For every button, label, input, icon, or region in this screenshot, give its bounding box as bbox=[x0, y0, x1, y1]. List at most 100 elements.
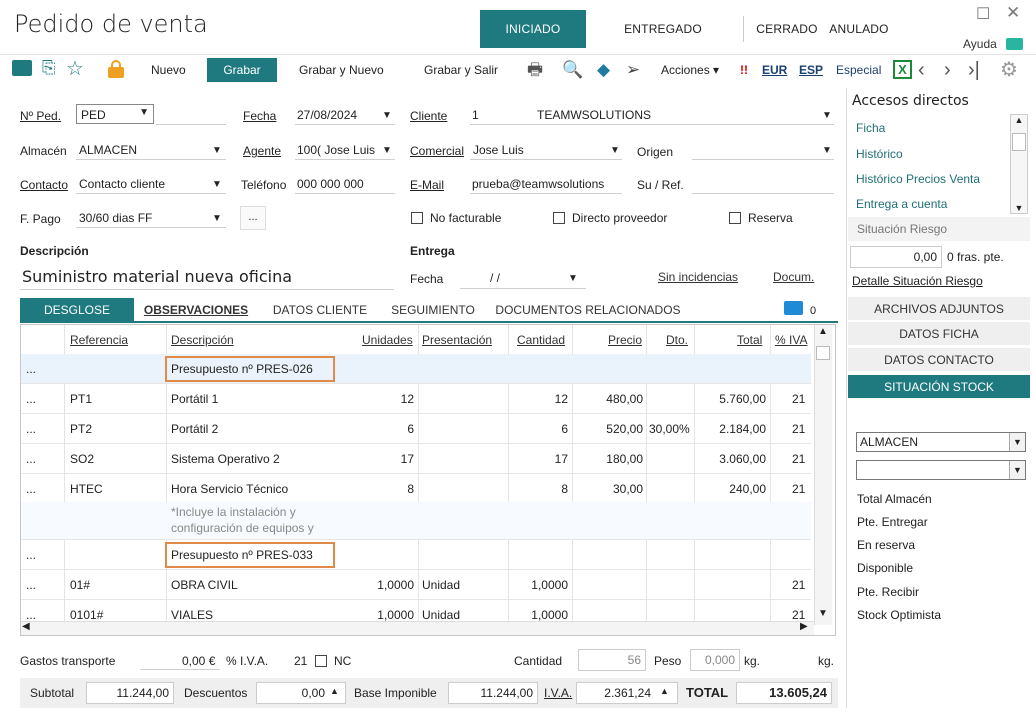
chevron-down-icon[interactable]: ▼ bbox=[822, 145, 832, 156]
email-input[interactable]: prueba@teamwsolutions bbox=[472, 177, 604, 191]
section-archivos[interactable]: ARCHIVOS ADJUNTOS bbox=[848, 297, 1030, 321]
cliente-code[interactable]: 1 bbox=[472, 108, 479, 122]
descripcion-input[interactable]: Suministro material nueva oficina bbox=[22, 267, 292, 286]
cell-dots[interactable]: ... bbox=[26, 548, 36, 562]
section-situacion-stock[interactable]: SITUACIÓN STOCK bbox=[848, 375, 1030, 399]
link-ficha[interactable]: Ficha bbox=[856, 121, 885, 135]
stock-almacen-select[interactable]: ALMACEN ▼ bbox=[856, 432, 1026, 452]
chevron-down-icon[interactable]: ▼ bbox=[212, 145, 222, 156]
chevron-down-icon[interactable]: ▼ bbox=[568, 273, 578, 284]
iva-value[interactable]: 21 bbox=[294, 654, 307, 668]
nuevo-button[interactable]: Nuevo bbox=[151, 58, 186, 82]
folder-icon[interactable] bbox=[12, 60, 32, 76]
scroll-up-icon[interactable]: ▲ bbox=[815, 326, 831, 342]
cell-dots[interactable]: ... bbox=[26, 422, 36, 436]
table-row[interactable] bbox=[21, 474, 811, 504]
grid-hscrollbar[interactable] bbox=[21, 621, 814, 635]
grabar-salir-button[interactable]: Grabar y Salir bbox=[424, 58, 498, 82]
fecha-input[interactable]: 27/08/2024 bbox=[297, 108, 357, 122]
table-row[interactable] bbox=[21, 600, 811, 622]
docum-link[interactable]: Docum. bbox=[773, 270, 814, 284]
col-iva[interactable]: % IVA bbox=[775, 333, 807, 347]
preview-icon[interactable]: 🔍 bbox=[562, 58, 583, 82]
grid-vscrollbar[interactable] bbox=[814, 325, 832, 625]
agente-select[interactable]: 100( Jose Luis bbox=[297, 143, 375, 157]
status-anulado[interactable]: ANULADO bbox=[828, 10, 890, 48]
grabar-nuevo-button[interactable]: Grabar y Nuevo bbox=[299, 58, 384, 82]
chevron-down-icon[interactable]: ▼ bbox=[382, 110, 392, 121]
section-datos-contacto[interactable]: DATOS CONTACTO bbox=[848, 348, 1030, 372]
cell-dots[interactable]: ... bbox=[26, 482, 36, 496]
excel-icon[interactable]: X bbox=[893, 60, 912, 79]
expand-icon[interactable]: ▲ bbox=[330, 686, 339, 696]
table-row[interactable] bbox=[21, 384, 811, 414]
maximize-icon[interactable]: ☐ bbox=[976, 4, 990, 24]
accesos-scrollbar[interactable]: ▲ ▼ bbox=[1010, 114, 1028, 214]
col-dto[interactable]: Dto. bbox=[666, 333, 688, 347]
col-precio[interactable]: Precio bbox=[608, 333, 642, 347]
cell-dots[interactable]: ... bbox=[26, 578, 36, 592]
no-facturable-checkbox[interactable] bbox=[411, 212, 423, 224]
currency-link[interactable]: EUR bbox=[762, 58, 787, 82]
tab-seguimiento[interactable]: SEGUIMIENTO bbox=[386, 298, 480, 322]
fpago-more-button[interactable]: ... bbox=[240, 206, 266, 230]
contacto-select[interactable]: Contacto cliente bbox=[79, 177, 165, 191]
scroll-left-icon[interactable]: ◀ bbox=[22, 621, 30, 632]
tab-datos-cliente[interactable]: DATOS CLIENTE bbox=[268, 298, 372, 322]
table-row[interactable] bbox=[21, 354, 811, 384]
next-icon[interactable]: › bbox=[944, 58, 951, 82]
chevron-down-icon[interactable]: ▼ bbox=[382, 145, 392, 156]
almacen-select[interactable]: ALMACEN bbox=[79, 143, 137, 157]
col-descripcion[interactable]: Descripción bbox=[171, 333, 234, 347]
nc-checkbox[interactable] bbox=[315, 655, 327, 667]
col-unidades[interactable]: Unidades bbox=[362, 333, 413, 347]
gastos-value[interactable]: 0,00 € bbox=[182, 654, 215, 668]
help-link[interactable]: Ayuda bbox=[963, 37, 997, 51]
scroll-down-icon[interactable]: ▼ bbox=[815, 608, 831, 624]
scroll-thumb[interactable] bbox=[816, 346, 830, 360]
acciones-menu[interactable]: Acciones ▾ bbox=[661, 58, 719, 82]
comment-icon[interactable] bbox=[784, 301, 803, 315]
status-iniciado[interactable]: INICIADO bbox=[480, 10, 586, 48]
table-row[interactable] bbox=[21, 540, 811, 570]
detalle-riesgo-link[interactable]: Detalle Situación Riesgo bbox=[852, 274, 983, 288]
prev-icon[interactable]: ‹ bbox=[918, 58, 925, 82]
cell-dots[interactable]: ... bbox=[26, 392, 36, 406]
scroll-right-icon[interactable]: ▶ bbox=[800, 621, 808, 632]
telefono-input[interactable]: 000 000 000 bbox=[297, 177, 364, 191]
chevron-down-icon[interactable]: ▼ bbox=[212, 179, 222, 190]
section-datos-ficha[interactable]: DATOS FICHA bbox=[848, 322, 1030, 346]
lock-icon[interactable] bbox=[108, 60, 124, 78]
tab-documentos[interactable]: DOCUMENTOS RELACIONADOS bbox=[490, 298, 686, 322]
comercial-select[interactable]: Jose Luis bbox=[473, 143, 524, 157]
language-link[interactable]: ESP bbox=[799, 58, 823, 82]
grabar-button[interactable]: Grabar bbox=[207, 58, 277, 82]
send-icon[interactable]: ➢ bbox=[626, 58, 640, 82]
num-ped-select[interactable]: PED ▼ bbox=[76, 104, 154, 124]
link-historico[interactable]: Histórico bbox=[856, 147, 903, 161]
sin-incidencias-link[interactable]: Sin incidencias bbox=[658, 270, 738, 284]
cell-dots[interactable]: ... bbox=[26, 608, 36, 622]
gear-icon[interactable]: ⚙ bbox=[1000, 58, 1018, 82]
iva-total-label[interactable]: I.V.A. bbox=[544, 686, 572, 700]
col-referencia[interactable]: Referencia bbox=[70, 333, 128, 347]
tab-observaciones[interactable]: OBSERVACIONES bbox=[140, 298, 252, 322]
link-entrega-cuenta[interactable]: Entrega a cuenta bbox=[856, 197, 947, 211]
last-icon[interactable]: ›| bbox=[968, 58, 980, 82]
status-cerrado[interactable]: CERRADO bbox=[752, 10, 822, 48]
alert-icon[interactable]: !! bbox=[740, 58, 748, 82]
chevron-down-icon[interactable]: ▼ bbox=[822, 110, 832, 121]
close-icon[interactable]: ✕ bbox=[1006, 3, 1020, 23]
star-icon[interactable]: ☆ bbox=[66, 56, 84, 81]
status-entregado[interactable]: ENTREGADO bbox=[604, 10, 722, 48]
chevron-down-icon[interactable]: ▼ bbox=[610, 145, 620, 156]
col-cantidad[interactable]: Cantidad bbox=[517, 333, 565, 347]
chevron-down-icon[interactable]: ▼ bbox=[212, 213, 222, 224]
reserva-checkbox[interactable] bbox=[729, 212, 741, 224]
fpago-select[interactable]: 30/60 dias FF bbox=[79, 211, 152, 225]
directo-proveedor-checkbox[interactable] bbox=[553, 212, 565, 224]
table-row[interactable] bbox=[21, 502, 811, 540]
cell-dots[interactable]: ... bbox=[26, 362, 36, 376]
table-row[interactable] bbox=[21, 570, 811, 600]
especial-button[interactable]: Especial bbox=[836, 58, 881, 82]
